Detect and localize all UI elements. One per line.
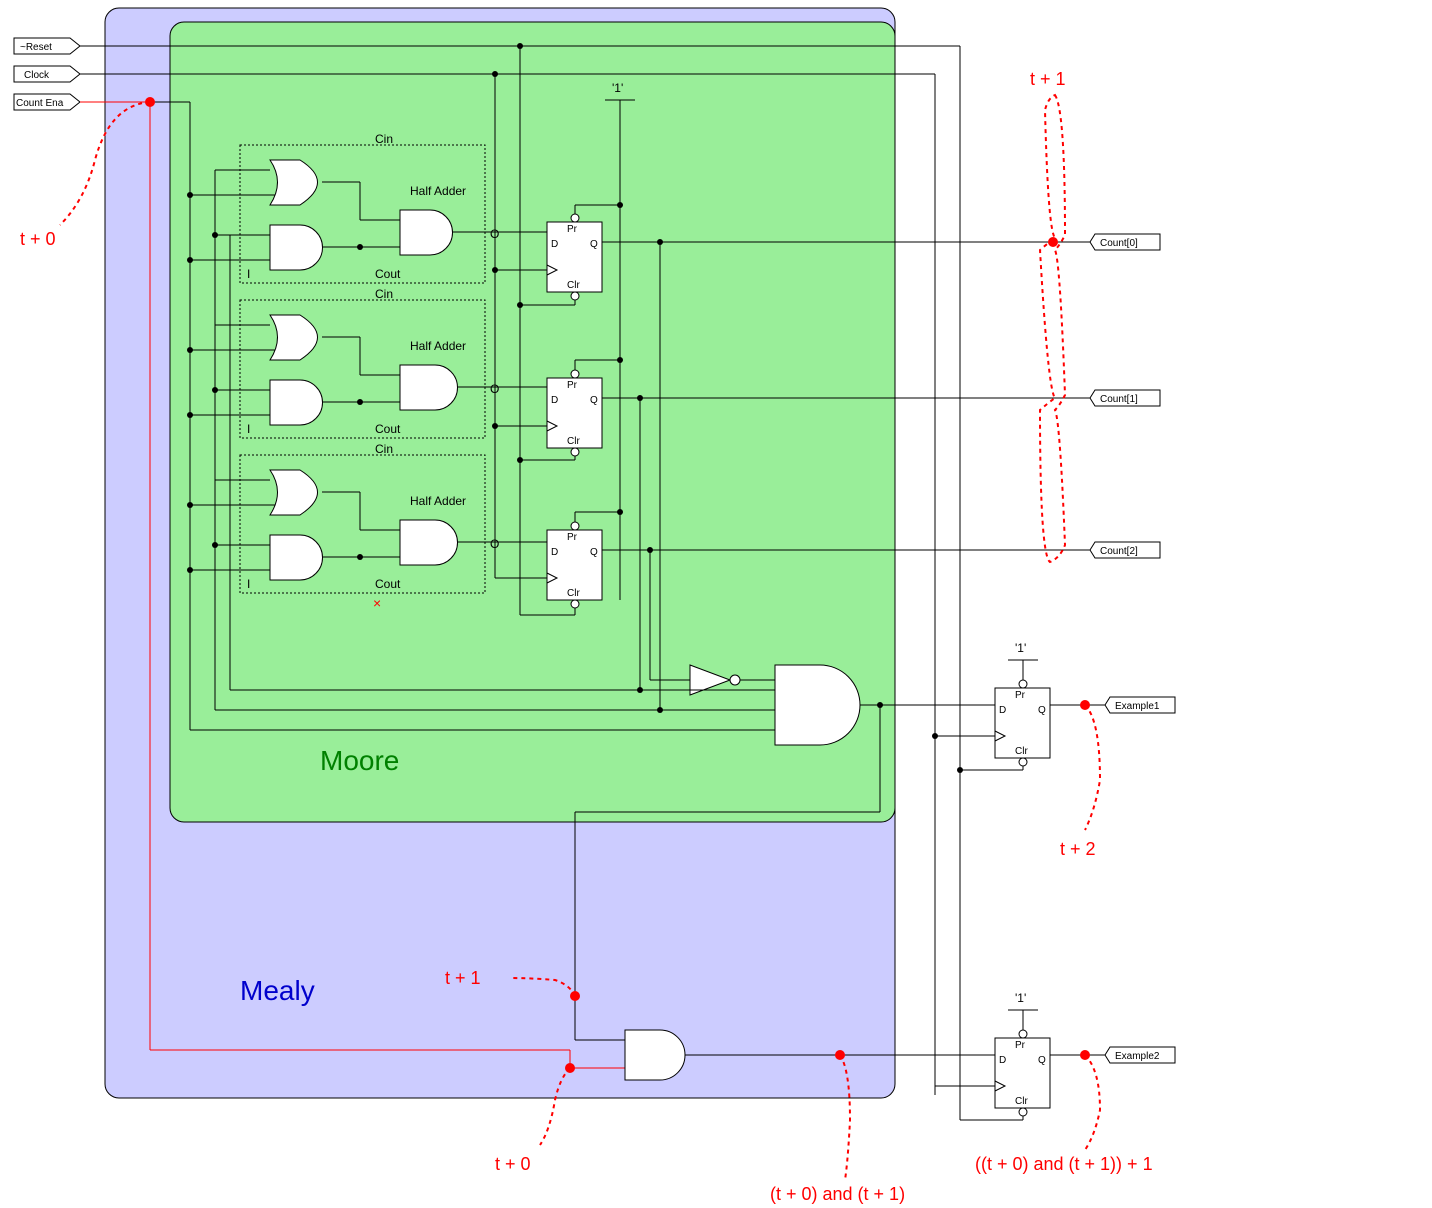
d-flipflop-2: D Q Pr Clr [547, 370, 602, 456]
svg-text:Count[2]: Count[2] [1100, 546, 1138, 557]
annot-full-expr: ((t + 0) and (t + 1)) + 1 [975, 1154, 1153, 1174]
port-count-ena: Count Ena [14, 94, 80, 110]
moore-label: Moore [320, 745, 399, 776]
svg-text:I: I [247, 577, 250, 591]
svg-text:Clr: Clr [567, 588, 580, 599]
mealy-and-gate [625, 1030, 685, 1080]
svg-text:Q: Q [590, 395, 598, 406]
svg-text:Clr: Clr [1015, 746, 1028, 757]
annot-t0: t + 0 [20, 229, 56, 249]
svg-text:Cin: Cin [375, 132, 393, 146]
and-gate-icon [400, 210, 453, 255]
unconnected-x-icon: × [373, 595, 381, 611]
svg-text:Clock: Clock [24, 70, 50, 81]
svg-text:'1': '1' [1015, 991, 1026, 1005]
annot-t2: t + 2 [1060, 839, 1096, 859]
svg-text:Pr: Pr [1015, 690, 1026, 701]
svg-text:Q: Q [1038, 1055, 1046, 1066]
svg-text:I: I [247, 422, 250, 436]
annot-and-expr: (t + 0) and (t + 1) [770, 1184, 905, 1204]
d-flipflop-3: D Q Pr Clr [547, 522, 602, 608]
d-flipflop-example2: D Q Pr Clr '1' [995, 991, 1050, 1116]
port-example1: Example1 [1105, 697, 1175, 713]
svg-text:'1': '1' [612, 81, 623, 95]
svg-text:Cin: Cin [375, 442, 393, 456]
svg-text:Count[1]: Count[1] [1100, 394, 1138, 405]
and-gate-icon [270, 380, 323, 425]
svg-text:Half Adder: Half Adder [410, 339, 466, 353]
and-gate-icon [400, 365, 458, 410]
svg-text:Clr: Clr [567, 280, 580, 291]
svg-text:Example1: Example1 [1115, 701, 1160, 712]
svg-text:Cout: Cout [375, 577, 401, 591]
svg-text:Pr: Pr [1015, 1040, 1026, 1051]
svg-text:D: D [999, 1055, 1006, 1066]
d-flipflop-1: D Q Pr Clr [547, 214, 602, 300]
port-count2: Count[2] [1090, 542, 1160, 558]
svg-text:Cout: Cout [375, 267, 401, 281]
annot-t1: t + 1 [1030, 69, 1066, 89]
svg-text:Clr: Clr [567, 436, 580, 447]
svg-text:Cout: Cout [375, 422, 401, 436]
and-gate-icon [270, 535, 323, 580]
svg-text:Q: Q [590, 239, 598, 250]
svg-text:D: D [999, 705, 1006, 716]
annot-t0-bottom: t + 0 [495, 1154, 531, 1174]
svg-text:~Reset: ~Reset [20, 42, 52, 53]
port-example2: Example2 [1105, 1047, 1175, 1063]
d-flipflop-example1: D Q Pr Clr '1' [995, 641, 1050, 766]
svg-text:Example2: Example2 [1115, 1051, 1160, 1062]
port-reset: ~Reset [14, 38, 80, 54]
port-count0: Count[0] [1090, 234, 1160, 250]
svg-text:D: D [551, 395, 558, 406]
and4-gate [775, 665, 860, 745]
and-gate-icon [400, 520, 458, 565]
mealy-label: Mealy [240, 975, 315, 1006]
svg-text:Half Adder: Half Adder [410, 494, 466, 508]
svg-text:Half Adder: Half Adder [410, 184, 466, 198]
svg-text:Q: Q [1038, 705, 1046, 716]
svg-text:Pr: Pr [567, 224, 578, 235]
svg-text:Cin: Cin [375, 287, 393, 301]
svg-text:Count[0]: Count[0] [1100, 238, 1138, 249]
port-count1: Count[1] [1090, 390, 1160, 406]
svg-text:I: I [247, 267, 250, 281]
and-gate-icon [270, 225, 323, 270]
svg-text:D: D [551, 239, 558, 250]
svg-text:Pr: Pr [567, 380, 578, 391]
svg-text:'1': '1' [1015, 641, 1026, 655]
svg-text:Pr: Pr [567, 532, 578, 543]
svg-text:Q: Q [590, 547, 598, 558]
svg-text:D: D [551, 547, 558, 558]
svg-text:Count Ena: Count Ena [16, 98, 64, 109]
annot-t1-mid: t + 1 [445, 968, 481, 988]
port-clock: Clock [14, 66, 80, 82]
svg-text:Clr: Clr [1015, 1096, 1028, 1107]
